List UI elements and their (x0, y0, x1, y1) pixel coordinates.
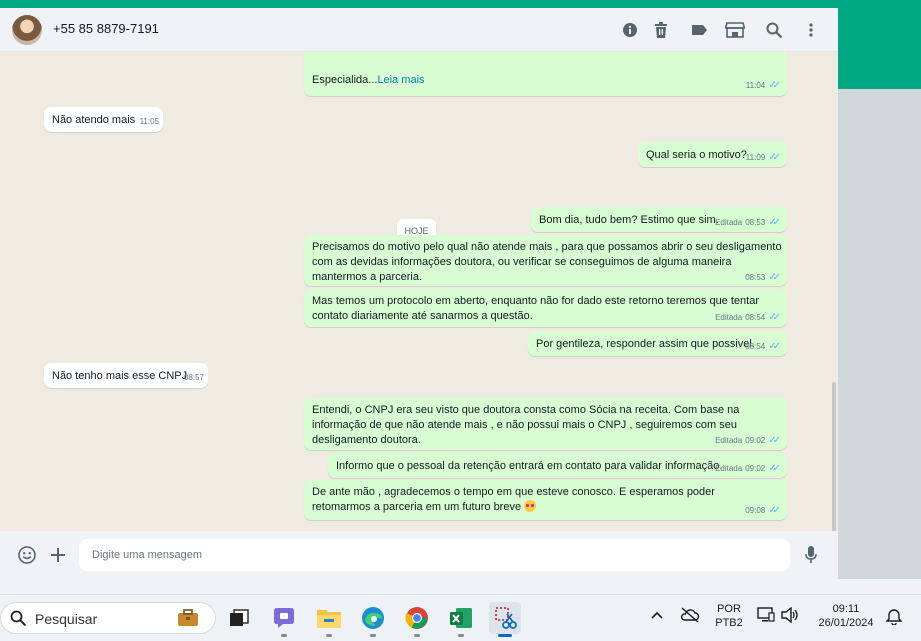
message-outgoing[interactable]: Precisamos do motivo pelo qual não atend… (304, 235, 787, 286)
message-scrollbar[interactable] (832, 382, 836, 531)
chat-header[interactable]: +55 85 8879-7191 (0, 8, 838, 52)
language-label: POR (717, 603, 741, 615)
read-more-link[interactable]: Leia mais (377, 74, 424, 86)
read-ticks-icon: ✓✓ (768, 217, 781, 228)
read-ticks-icon: ✓✓ (768, 341, 781, 352)
message-text: De ante mão , agradecemos o tempo em que… (312, 486, 715, 513)
message-time: 08:54 (745, 313, 766, 322)
read-ticks-icon: ✓✓ (768, 152, 781, 163)
edited-label: Editada (715, 464, 743, 473)
message-time: 09:02 (745, 464, 766, 473)
cloud-offline-icon[interactable] (680, 607, 700, 627)
read-ticks-icon: ✓✓ (768, 435, 781, 446)
search-icon (10, 610, 26, 631)
edited-label: Editada (715, 218, 743, 227)
message-incoming[interactable]: Não tenho mais esse CNPJ 08:57 (44, 363, 208, 388)
plus-icon[interactable] (48, 545, 68, 565)
task-view-icon[interactable] (223, 602, 255, 634)
message-outgoing[interactable]: Especialida...Leia mais 11:04 ✓✓ (304, 52, 787, 96)
teams-icon[interactable] (268, 602, 300, 637)
label-icon[interactable] (689, 20, 709, 40)
snipping-tool-icon[interactable] (489, 602, 521, 637)
notification-bell-icon[interactable] (885, 607, 903, 629)
search-label: Pesquisar (35, 611, 98, 627)
read-ticks-icon: ✓✓ (768, 505, 781, 516)
message-time: 11:09 (745, 153, 766, 162)
message-text: Informo que o pessoal da retenção entrar… (336, 460, 723, 472)
emoji-icon[interactable] (17, 545, 37, 565)
message-text: Mas temos um protocolo em aberto, enquan… (312, 295, 759, 322)
keyboard-label: PTB2 (715, 617, 743, 629)
chevron-up-icon[interactable] (651, 609, 663, 623)
taskbar: Pesquisar POR PTB2 09:11 26/01/2024 (0, 594, 921, 641)
message-text: Bom dia, tudo bem? Estimo que sim. (539, 214, 719, 226)
message-time: 11:04 (745, 81, 766, 90)
excel-icon[interactable] (445, 602, 477, 637)
message-time: 08:57 (183, 373, 204, 382)
message-text: Entendi, o CNPJ era seu visto que doutor… (312, 404, 740, 446)
message-text: Por gentileza, responder assim que possi… (536, 338, 755, 350)
message-time: 08:54 (745, 342, 766, 351)
message-list[interactable]: Especialida...Leia mais 11:04 ✓✓ Não aten… (0, 52, 838, 531)
message-outgoing[interactable]: De ante mão , agradecemos o tempo em que… (304, 480, 787, 520)
message-input-field[interactable] (79, 539, 790, 571)
edited-label: Editada (715, 436, 743, 445)
read-ticks-icon: ✓✓ (768, 463, 781, 474)
search-icon[interactable] (764, 20, 784, 40)
message-outgoing[interactable]: Bom dia, tudo bem? Estimo que sim. Edita… (531, 207, 787, 232)
message-time: 08:53 (745, 218, 766, 227)
taskbar-search[interactable]: Pesquisar (0, 602, 216, 634)
store-icon[interactable] (725, 20, 745, 40)
message-time: 08:53 (745, 273, 766, 282)
message-outgoing[interactable]: Informo que o pessoal da retenção entrar… (328, 453, 787, 478)
read-ticks-icon: ✓✓ (768, 80, 781, 91)
read-ticks-icon: ✓✓ (768, 272, 781, 283)
message-outgoing[interactable]: Por gentileza, responder assim que possi… (528, 331, 787, 356)
message-time: 09:08 (745, 506, 766, 515)
message-outgoing[interactable]: Entendi, o CNPJ era seu visto que doutor… (304, 398, 787, 450)
message-incoming[interactable]: Não atendo mais 11:05 (44, 107, 163, 132)
message-time: 09:02 (745, 436, 766, 445)
message-outgoing[interactable]: Mas temos um protocolo em aberto, enquan… (304, 289, 787, 327)
app-top-bar (0, 0, 838, 8)
message-text: Não tenho mais esse CNPJ (52, 370, 188, 382)
mic-icon[interactable] (801, 545, 821, 565)
message-outgoing[interactable]: Qual seria o motivo? 11:09 ✓✓ (638, 142, 787, 167)
volume-icon[interactable] (781, 606, 799, 627)
message-text: Qual seria o motivo? (646, 149, 747, 161)
clock-time: 09:11 (832, 603, 860, 615)
info-icon[interactable] (620, 20, 640, 40)
file-explorer-icon[interactable] (313, 602, 345, 637)
trash-icon[interactable] (651, 20, 671, 40)
clock-date: 26/01/2024 (818, 617, 874, 629)
app-background (838, 0, 921, 579)
monitor-icon[interactable] (757, 607, 775, 627)
message-text: Não atendo mais (52, 114, 136, 126)
chat-window: +55 85 8879-7191 Especialida...Leia mais… (0, 8, 838, 579)
message-text: Especialida... (312, 74, 378, 86)
clock[interactable]: 09:11 26/01/2024 (812, 602, 880, 630)
menu-icon[interactable] (801, 20, 821, 40)
edited-label: Editada (715, 313, 743, 322)
briefcase-icon (177, 609, 199, 632)
message-input[interactable] (79, 539, 790, 571)
input-language-indicator[interactable]: POR PTB2 (712, 602, 746, 630)
composer (0, 531, 838, 579)
chrome-icon[interactable] (401, 602, 433, 637)
avatar[interactable] (12, 15, 42, 45)
message-text: Precisamos do motivo pelo qual não atend… (312, 241, 782, 283)
contact-name[interactable]: +55 85 8879-7191 (53, 21, 159, 36)
read-ticks-icon: ✓✓ (768, 312, 781, 323)
message-time: 11:05 (139, 117, 159, 126)
smiling-face-with-hearts-icon (524, 500, 537, 512)
edge-icon[interactable] (357, 602, 389, 637)
